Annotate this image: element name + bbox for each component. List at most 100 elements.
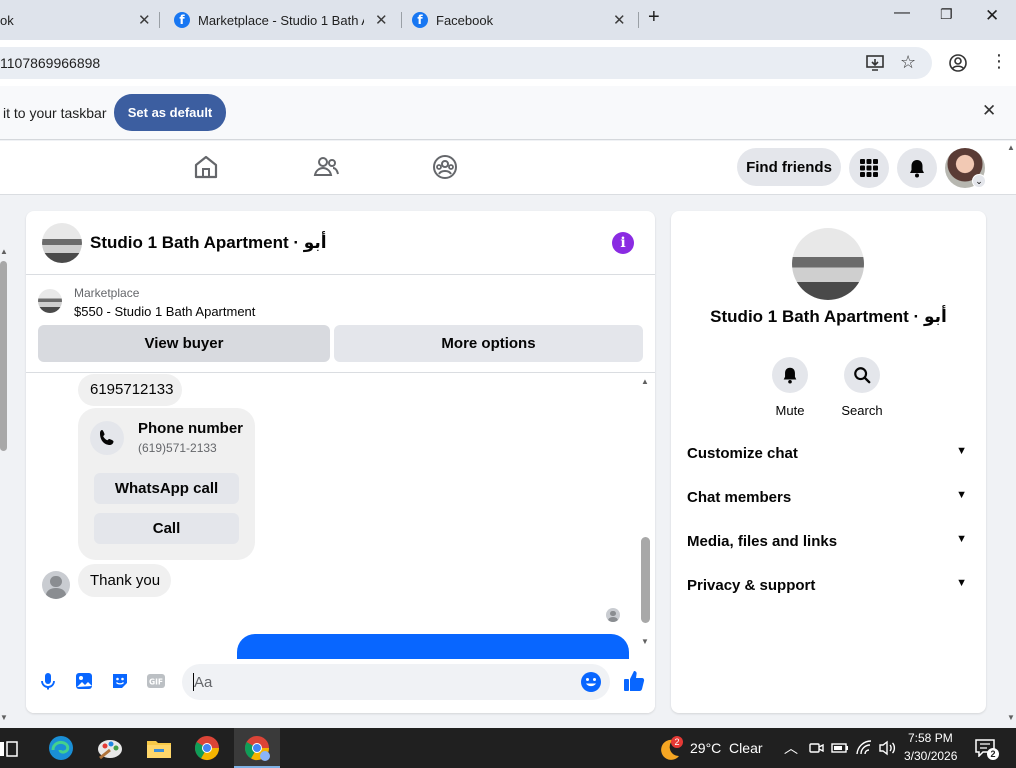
chat-members-row[interactable]: Chat members ▼ [687,489,967,513]
message-text: 6195712133 [90,381,174,398]
chat-title[interactable]: Studio 1 Bath Apartment · أبو [90,233,327,253]
call-button[interactable]: Call [94,513,239,544]
sender-avatar[interactable] [42,571,70,599]
home-icon[interactable] [192,153,220,181]
wifi-icon[interactable] [855,740,873,756]
minimize-icon[interactable]: — [894,4,910,22]
infobar-text: it to your taskbar [3,105,107,121]
message-bubble[interactable]: 6195712133 [78,374,182,406]
windows-taskbar: 2 29°C Clear ︿ 7:58 PM 3/30/2026 2 [0,728,1016,768]
tab-title: ok [0,12,14,28]
search-action[interactable]: Search [832,357,892,418]
bookmark-star-icon[interactable]: ☆ [900,52,916,73]
paint-app-icon[interactable] [96,734,124,762]
address-bar[interactable] [0,47,932,79]
photo-icon[interactable] [74,671,94,691]
chrome-profile-icon[interactable] [243,734,271,762]
chat-scrollbar-thumb[interactable] [641,537,650,623]
scroll-up-arrow-icon[interactable]: ▲ [641,377,649,386]
phone-card-number: (619)571-2133 [138,441,217,455]
customize-chat-row[interactable]: Customize chat ▼ [687,445,967,469]
clock-time[interactable]: 7:58 PM [908,731,953,745]
mute-button[interactable] [772,357,808,393]
friends-icon[interactable] [312,153,340,181]
chevron-down-icon: ▼ [956,533,967,545]
close-infobar-icon[interactable]: ✕ [982,101,996,121]
menu-kebab-icon[interactable]: ⋮ [990,51,1008,72]
chat-window: Studio 1 Bath Apartment · أبو i Marketpl… [26,211,655,713]
more-options-button[interactable]: More options [334,325,643,362]
section-label: Privacy & support [687,577,816,594]
weather-text[interactable]: 29°C Clear [690,740,763,756]
scroll-down-arrow-icon[interactable]: ▼ [641,637,649,646]
close-tab-icon[interactable]: ✕ [613,11,626,29]
scroll-down-arrow-icon[interactable]: ▼ [1007,713,1015,722]
tab-title: Facebook [436,12,494,28]
edge-browser-icon[interactable] [47,734,75,762]
file-explorer-icon[interactable] [145,734,173,762]
new-tab-icon[interactable]: + [648,6,660,29]
view-buyer-button[interactable]: View buyer [38,325,330,362]
chat-info-panel: Studio 1 Bath Apartment · أبو Mute Searc… [671,211,986,713]
phone-card-title: Phone number [138,420,244,437]
scroll-down-arrow-icon[interactable]: ▼ [0,713,8,722]
listing-title[interactable]: $550 - Studio 1 Bath Apartment [74,304,255,319]
search-icon [854,367,871,384]
notifications-button[interactable] [897,148,937,188]
task-view-icon[interactable] [0,740,18,758]
chevron-down-icon: ▼ [956,445,967,457]
profile-icon[interactable] [948,53,968,73]
facebook-favicon-icon: f [174,12,190,28]
sticker-icon[interactable] [110,671,130,691]
scrollbar-thumb[interactable] [0,261,7,451]
svg-text:GIF: GIF [149,678,163,687]
meet-now-icon[interactable] [808,740,824,756]
microphone-icon[interactable] [38,671,58,691]
message-bubble[interactable]: Thank you [78,564,171,597]
listing-photo[interactable] [42,223,82,263]
close-tab-icon[interactable]: ✕ [138,11,151,29]
gif-icon[interactable]: GIF [146,671,166,691]
section-label: Media, files and links [687,533,838,550]
browser-tab[interactable]: f Marketplace - Studio 1 Bath Ap ✕ [174,0,394,40]
search-button[interactable] [844,357,880,393]
media-files-links-row[interactable]: Media, files and links ▼ [687,533,967,557]
close-tab-icon[interactable]: ✕ [375,11,388,29]
listing-profile-photo[interactable] [792,228,864,300]
emoji-icon[interactable] [580,671,602,693]
clock-date[interactable]: 3/30/2026 [904,749,957,763]
privacy-support-row[interactable]: Privacy & support ▼ [687,577,967,601]
chrome-icon[interactable] [193,734,221,762]
page-scrollbar-left[interactable]: ▲ ▼ [0,195,8,725]
message-input[interactable] [194,672,574,692]
browser-tab[interactable]: f Facebook ✕ [412,0,638,40]
thumbs-up-icon[interactable] [622,669,646,693]
section-label: Chat members [687,489,792,506]
message-input-box[interactable] [182,664,610,700]
set-as-default-button[interactable]: Set as default [114,94,226,131]
restore-icon[interactable]: ❐ [940,6,953,23]
close-window-icon[interactable]: ✕ [985,6,999,26]
message-composer: GIF [26,659,655,713]
seen-avatar [606,608,620,622]
battery-icon[interactable] [831,741,849,755]
show-hidden-icons-icon[interactable]: ︿ [784,738,798,758]
info-icon[interactable]: i [612,232,634,254]
panel-chat-name: Studio 1 Bath Apartment · أبو [710,307,947,326]
mute-action[interactable]: Mute [760,357,820,418]
default-browser-infobar: it to your taskbar Set as default ✕ [0,86,1016,140]
menu-button[interactable] [849,148,889,188]
page-scrollbar-right[interactable]: ▲ ▼ [1006,141,1016,727]
address-text[interactable]: 1107869966898 [0,55,100,71]
scroll-up-arrow-icon[interactable]: ▲ [1007,143,1015,152]
scroll-up-arrow-icon[interactable]: ▲ [0,247,8,256]
address-bar-row: 1107869966898 ☆ ⋮ [0,40,1016,86]
browser-tab[interactable]: ok ✕ [0,0,158,40]
whatsapp-call-button[interactable]: WhatsApp call [94,473,239,504]
volume-icon[interactable] [878,740,896,756]
find-friends-button[interactable]: Find friends [737,148,841,186]
install-app-icon[interactable] [866,54,886,72]
groups-icon[interactable] [431,153,459,181]
chevron-down-icon: ▼ [956,489,967,501]
chevron-down-icon[interactable]: ⌄ [972,174,986,188]
